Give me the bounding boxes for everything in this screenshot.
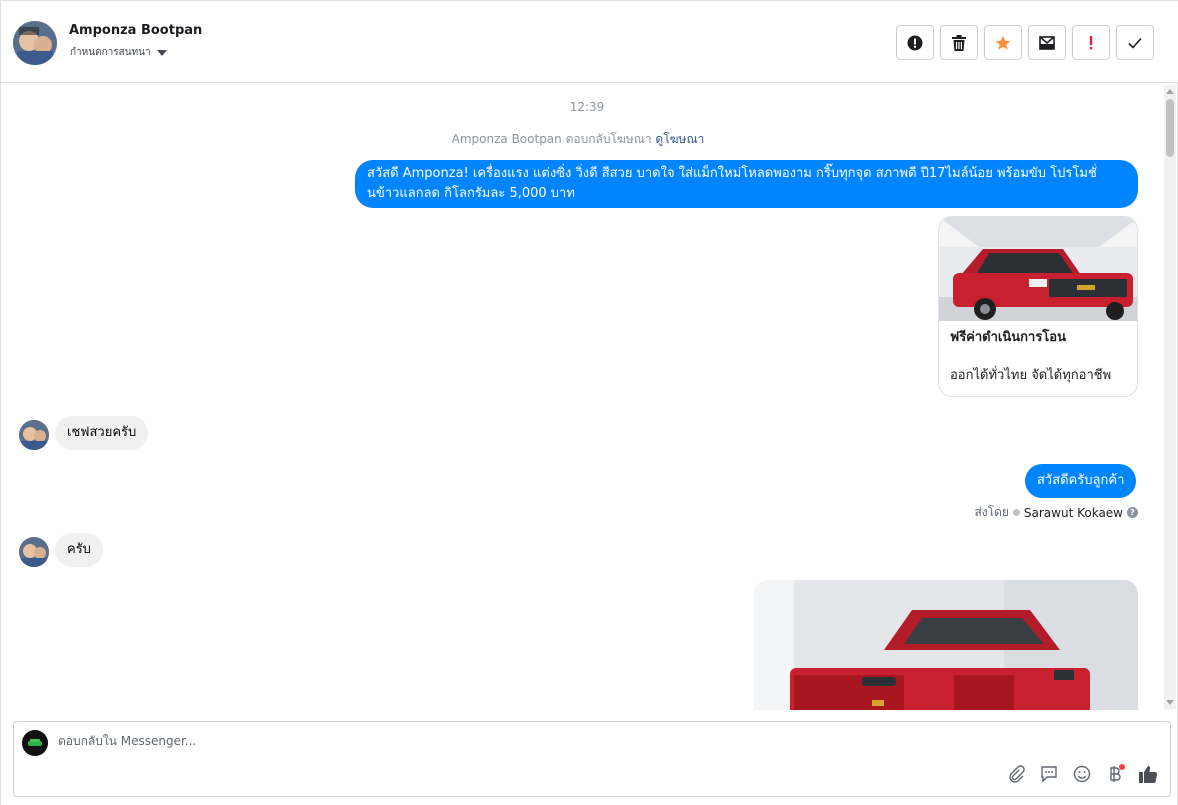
chat-icon xyxy=(1041,766,1057,783)
report-spam-button[interactable] xyxy=(896,25,934,60)
composer-tools xyxy=(1006,764,1158,784)
thumbs-up-icon xyxy=(1139,766,1158,783)
sent-by-label: ส่งโดย xyxy=(974,505,1009,519)
emoji-button[interactable] xyxy=(1072,764,1092,784)
smiley-icon xyxy=(1073,765,1091,783)
outgoing-message: สวัสดีครับลูกค้า xyxy=(1025,464,1137,498)
ad-reply-note: Amponza Bootpan ตอบกลับโฆษณา ดูโฆษณา xyxy=(1,130,1155,149)
ad-card-title: ฟรีค่าดำเนินการโอน xyxy=(950,330,1066,345)
contact-avatar-small xyxy=(19,420,49,450)
payment-button[interactable] xyxy=(1105,764,1125,784)
notification-dot xyxy=(1119,764,1125,770)
like-button[interactable] xyxy=(1138,764,1158,784)
trash-icon xyxy=(952,34,966,51)
message-thread[interactable]: 12:39 Amponza Bootpan ตอบกลับโฆษณา ดูโฆษ… xyxy=(1,83,1165,710)
page-avatar xyxy=(22,730,48,756)
contact-avatar[interactable] xyxy=(13,21,57,65)
exclamation-icon xyxy=(1089,35,1093,49)
conversation-label-text: กำหนดการสนทนา xyxy=(70,47,151,58)
attach-button[interactable] xyxy=(1006,764,1026,784)
mark-unread-button[interactable] xyxy=(1028,25,1066,60)
incoming-message: เชฟสวยครับ xyxy=(55,416,149,450)
contact-name[interactable]: Amponza Bootpan xyxy=(69,23,202,38)
header-actions xyxy=(896,25,1154,60)
important-button[interactable] xyxy=(1072,25,1110,60)
sent-by-info: ส่งโดย Sarawut Kokaew ? xyxy=(974,503,1138,522)
saved-replies-button[interactable] xyxy=(1039,764,1059,784)
message-timestamp: 12:39 xyxy=(569,100,605,114)
scroll-up-arrow-icon[interactable] xyxy=(1166,89,1174,94)
thread-scrollbar[interactable] xyxy=(1164,85,1176,709)
star-button[interactable] xyxy=(984,25,1022,60)
check-icon xyxy=(1128,37,1142,49)
scroll-down-arrow-icon[interactable] xyxy=(1166,700,1174,705)
messenger-inbox: Amponza Bootpan กำหนดการสนทนา 12:39 Ampo… xyxy=(0,0,1178,805)
help-icon[interactable]: ? xyxy=(1127,507,1138,518)
message-composer xyxy=(13,721,1171,797)
caret-down-icon xyxy=(156,49,167,56)
envelope-icon xyxy=(1039,35,1055,50)
status-dot-icon xyxy=(1012,509,1020,516)
car-front-image xyxy=(939,217,1137,321)
reply-input[interactable] xyxy=(58,734,958,748)
contact-avatar-small xyxy=(19,537,49,567)
delete-button[interactable] xyxy=(940,25,978,60)
exclamation-circle-icon xyxy=(907,35,923,50)
scroll-thumb[interactable] xyxy=(1166,99,1174,157)
ad-card-subtitle: ออกได้ทั่วไทย จัดได้ทุกอาชีพ xyxy=(950,368,1112,383)
car-rear-photo[interactable] xyxy=(754,580,1138,710)
paperclip-icon xyxy=(1009,765,1025,783)
conversation-header: Amponza Bootpan กำหนดการสนทนา xyxy=(1,0,1178,83)
sent-by-name: Sarawut Kokaew xyxy=(1023,505,1123,520)
mark-done-button[interactable] xyxy=(1116,25,1154,60)
conversation-label-dropdown[interactable]: กำหนดการสนทนา xyxy=(70,45,167,60)
view-ad-link[interactable]: ดูโฆษณา xyxy=(655,132,704,146)
incoming-message: ครับ xyxy=(55,533,103,567)
star-icon xyxy=(995,35,1011,50)
ad-card[interactable]: ฟรีค่าดำเนินการโอน ออกได้ทั่วไทย จัดได้ท… xyxy=(938,216,1138,397)
ad-reply-text: Amponza Bootpan ตอบกลับโฆษณา xyxy=(451,132,652,146)
outgoing-message: สวัสดี Amponza! เครื่องแรง แต่งซิ่ง วิ่ง… xyxy=(355,160,1138,208)
